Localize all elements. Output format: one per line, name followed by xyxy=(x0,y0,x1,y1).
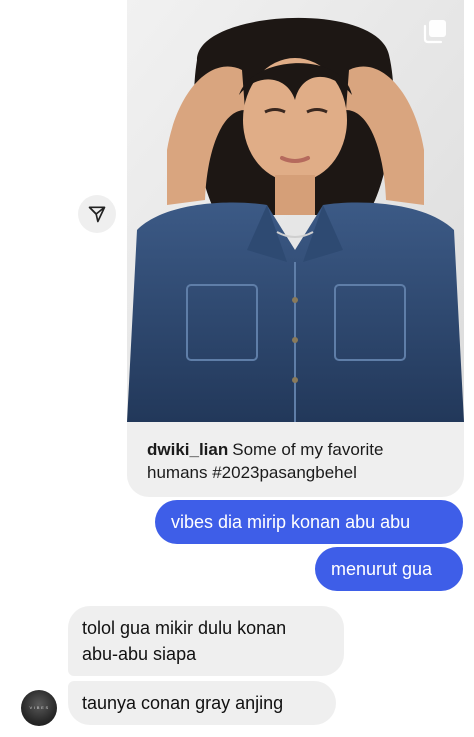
message-text: vibes dia mirip konan abu abu xyxy=(171,512,411,532)
message-sent[interactable]: menurut gua xyxy=(315,547,463,591)
avatar[interactable]: V I B E S xyxy=(21,690,57,726)
post-username[interactable]: dwiki_lian xyxy=(147,440,228,459)
multi-photo-icon xyxy=(423,20,446,44)
message-text-line: tolol gua mikir dulu konan xyxy=(82,618,287,638)
post-photo[interactable] xyxy=(127,0,464,422)
message-text-line: abu-abu siapa xyxy=(82,644,197,664)
post-caption: dwiki_lian Some of my favorite humans #20… xyxy=(147,438,447,484)
shared-post-card[interactable]: dwiki_lian Some of my favorite humans #20… xyxy=(127,0,464,497)
post-photo-illustration xyxy=(127,0,464,422)
share-button[interactable] xyxy=(78,195,116,233)
message-received[interactable]: tolol gua mikir dulu konan abu-abu siapa xyxy=(68,606,344,676)
paper-plane-icon xyxy=(88,206,106,223)
message-sent[interactable]: vibes dia mirip konan abu abu xyxy=(155,500,463,544)
avatar-label: V I B E S xyxy=(29,705,49,710)
message-received[interactable]: taunya conan gray anjing xyxy=(68,681,336,725)
message-text: taunya conan gray anjing xyxy=(82,693,284,713)
message-text: menurut gua xyxy=(331,559,433,579)
